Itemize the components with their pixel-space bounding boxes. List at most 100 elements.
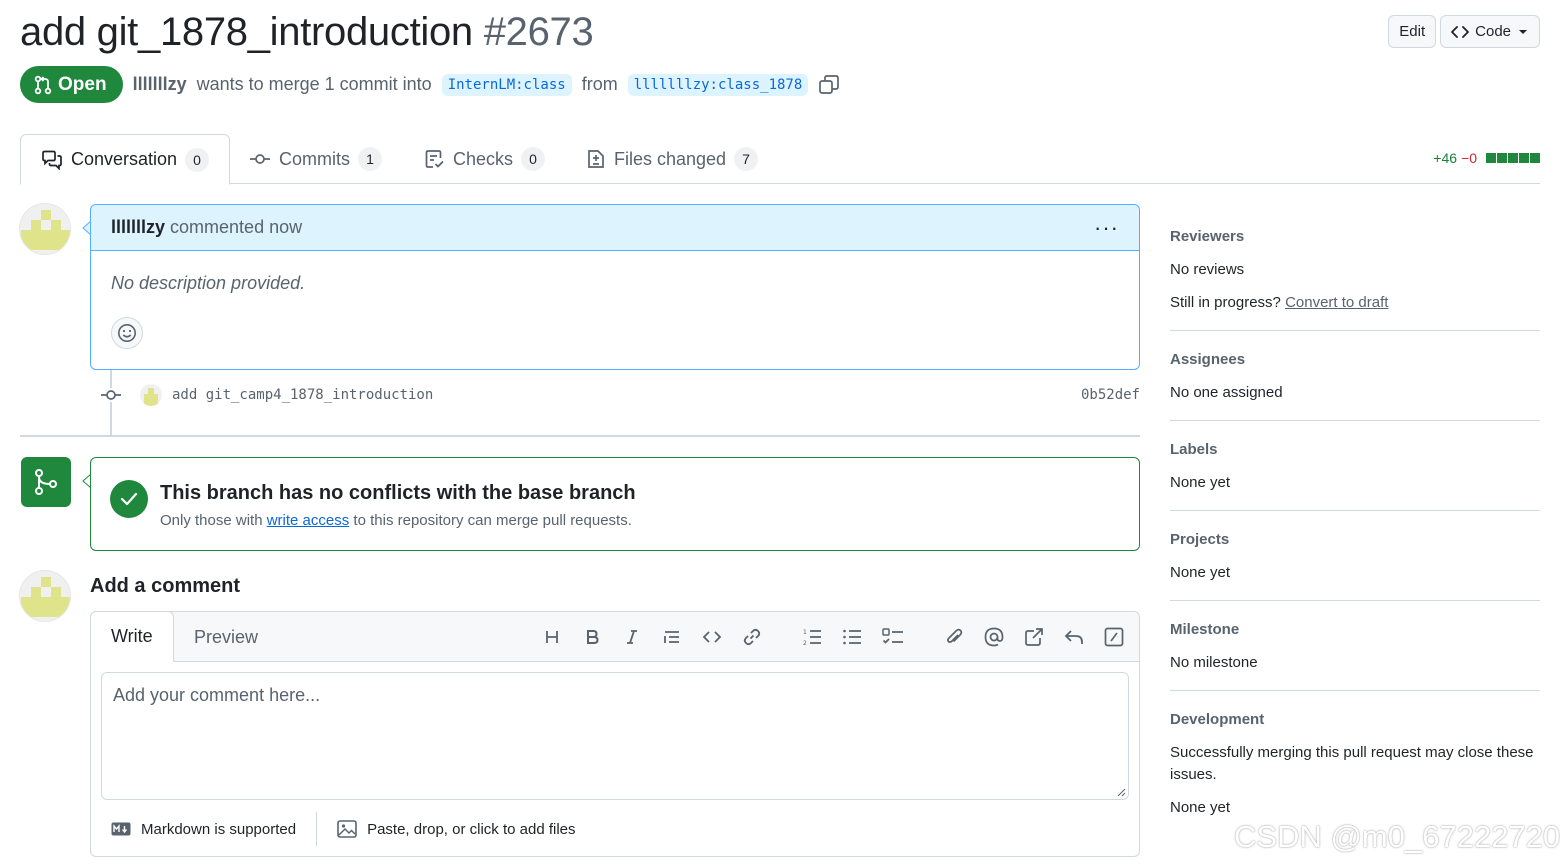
add-reaction-button[interactable]	[111, 317, 143, 349]
diffstat-deletions: −0	[1461, 150, 1477, 166]
sidebar-labels: Labels None yet	[1170, 437, 1540, 511]
commit-icon	[100, 388, 122, 402]
write-tab[interactable]: Write	[90, 611, 174, 662]
resize-handle-icon[interactable]	[1116, 787, 1126, 797]
pr-title: add git_1878_introduction #2673	[20, 10, 594, 55]
current-user-avatar[interactable]	[19, 570, 71, 622]
code-button-label: Code	[1475, 23, 1511, 40]
sidebar-assignees: Assignees No one assigned	[1170, 347, 1540, 421]
pr-sidebar: Reviewers No reviews Still in progress? …	[1170, 224, 1540, 851]
open-state-badge: Open	[20, 66, 123, 103]
preview-tab[interactable]: Preview	[194, 612, 258, 662]
unordered-list-icon[interactable]	[840, 625, 864, 649]
attach-files-button[interactable]: Paste, drop, or click to add files	[367, 821, 575, 838]
pr-state-row: Open lllllllzy wants to merge 1 commit i…	[20, 66, 840, 103]
labels-heading[interactable]: Labels	[1170, 441, 1540, 458]
tab-files-changed[interactable]: Files changed 7	[586, 134, 759, 184]
editor-toolbar: Write Preview 12	[90, 611, 1139, 662]
tab-commits-count: 1	[358, 147, 382, 171]
write-access-link[interactable]: write access	[267, 512, 350, 529]
pr-author-link[interactable]: lllllllzy	[133, 74, 187, 95]
pr-tabs: Conversation 0 Commits 1 Checks 0 Files …	[20, 134, 1540, 185]
tab-commits-label: Commits	[279, 148, 350, 169]
tab-checks-count: 0	[521, 147, 546, 171]
comment-placeholder: Add your comment here...	[113, 685, 321, 705]
milestone-heading[interactable]: Milestone	[1170, 621, 1540, 638]
add-comment-heading: Add a comment	[90, 575, 241, 597]
code-icon[interactable]	[700, 625, 724, 649]
commit-message-link[interactable]: add git_camp4_1878_introduction	[172, 387, 433, 403]
merge-status-subtitle: Only those with write access to this rep…	[160, 512, 632, 529]
merge-description: wants to merge 1 commit into	[196, 74, 432, 94]
link-icon[interactable]	[740, 625, 764, 649]
comment-time[interactable]: commented now	[170, 217, 302, 238]
reply-icon[interactable]	[1062, 625, 1086, 649]
tab-files-changed-label: Files changed	[614, 148, 727, 169]
reviewers-heading[interactable]: Reviewers	[1170, 228, 1540, 245]
svg-text:2: 2	[803, 640, 807, 646]
comment-author-avatar[interactable]	[19, 203, 71, 255]
tab-commits[interactable]: Commits 1	[249, 134, 382, 184]
tab-checks-label: Checks	[453, 148, 514, 169]
comment-textarea[interactable]: Add your comment here...	[101, 672, 1129, 800]
paperclip-icon[interactable]	[942, 625, 966, 649]
pull-request-icon	[34, 75, 52, 95]
merge-status-box: This branch has no conflicts with the ba…	[90, 457, 1140, 551]
footer-divider	[316, 812, 318, 846]
edit-button[interactable]: Edit	[1388, 15, 1437, 48]
sidebar-development: Development Successfully merging this pu…	[1170, 707, 1540, 835]
from-label: from	[581, 74, 618, 94]
markdown-icon	[111, 822, 131, 836]
development-none: None yet	[1170, 799, 1231, 816]
sidebar-projects: Projects None yet	[1170, 527, 1540, 601]
timeline-separator	[20, 435, 1140, 437]
diffstat-additions: +46	[1433, 150, 1458, 166]
open-state-label: Open	[58, 73, 107, 95]
heading-icon[interactable]	[540, 625, 564, 649]
commit-icon	[249, 152, 271, 166]
tab-conversation-count: 0	[185, 147, 210, 172]
code-button[interactable]: Code	[1440, 15, 1540, 48]
projects-heading[interactable]: Projects	[1170, 531, 1540, 548]
commit-sha-link[interactable]: 0b52def	[1081, 387, 1140, 403]
bold-icon[interactable]	[580, 625, 604, 649]
copy-icon[interactable]	[818, 74, 840, 96]
kebab-menu-icon[interactable]: ···	[1094, 215, 1119, 241]
ordered-list-icon[interactable]: 12	[800, 625, 824, 649]
merge-sub-prefix: Only those with	[160, 512, 263, 529]
sidebar-milestone: Milestone No milestone	[1170, 617, 1540, 691]
editor-footer: Markdown is supported Paste, drop, or cl…	[111, 812, 576, 846]
tab-files-changed-count: 7	[734, 147, 759, 171]
comment-author[interactable]: lllllllzy	[111, 217, 165, 238]
comment-header: lllllllzy commented now ···	[91, 205, 1139, 251]
commit-author-avatar[interactable]	[140, 384, 162, 406]
head-branch-link[interactable]: lllllllzy:class_1878	[627, 73, 809, 96]
base-branch-link[interactable]: InternLM:class	[441, 73, 572, 96]
caret-down-icon	[1517, 27, 1529, 37]
mention-icon[interactable]	[982, 625, 1006, 649]
development-heading[interactable]: Development	[1170, 711, 1540, 728]
pr-number: #2673	[483, 10, 594, 54]
svg-text:1: 1	[803, 629, 807, 636]
comment-body: No description provided.	[111, 273, 306, 293]
tab-conversation[interactable]: Conversation 0	[20, 134, 231, 185]
tab-checks[interactable]: Checks 0	[425, 134, 546, 184]
markdown-supported-link[interactable]: Markdown is supported	[141, 821, 296, 838]
pr-description-comment: lllllllzy commented now ··· No descripti…	[90, 204, 1140, 370]
merge-status-title: This branch has no conflicts with the ba…	[160, 482, 636, 504]
slash-commands-icon[interactable]	[1102, 625, 1126, 649]
csdn-watermark: CSDN @m0_67222720	[1234, 819, 1560, 854]
draft-prefix: Still in progress?	[1170, 294, 1281, 311]
quote-icon[interactable]	[660, 625, 684, 649]
cross-reference-icon[interactable]	[1022, 625, 1046, 649]
task-list-icon[interactable]	[881, 625, 905, 649]
draft-row: Still in progress? Convert to draft	[1170, 292, 1540, 314]
assignees-heading[interactable]: Assignees	[1170, 351, 1540, 368]
sidebar-reviewers: Reviewers No reviews Still in progress? …	[1170, 224, 1540, 331]
convert-to-draft-link[interactable]: Convert to draft	[1285, 294, 1388, 311]
labels-value: None yet	[1170, 474, 1231, 491]
file-diff-icon	[586, 149, 606, 169]
milestone-value: No milestone	[1170, 654, 1258, 671]
italic-icon[interactable]	[620, 625, 644, 649]
comment-discussion-icon	[41, 150, 63, 170]
